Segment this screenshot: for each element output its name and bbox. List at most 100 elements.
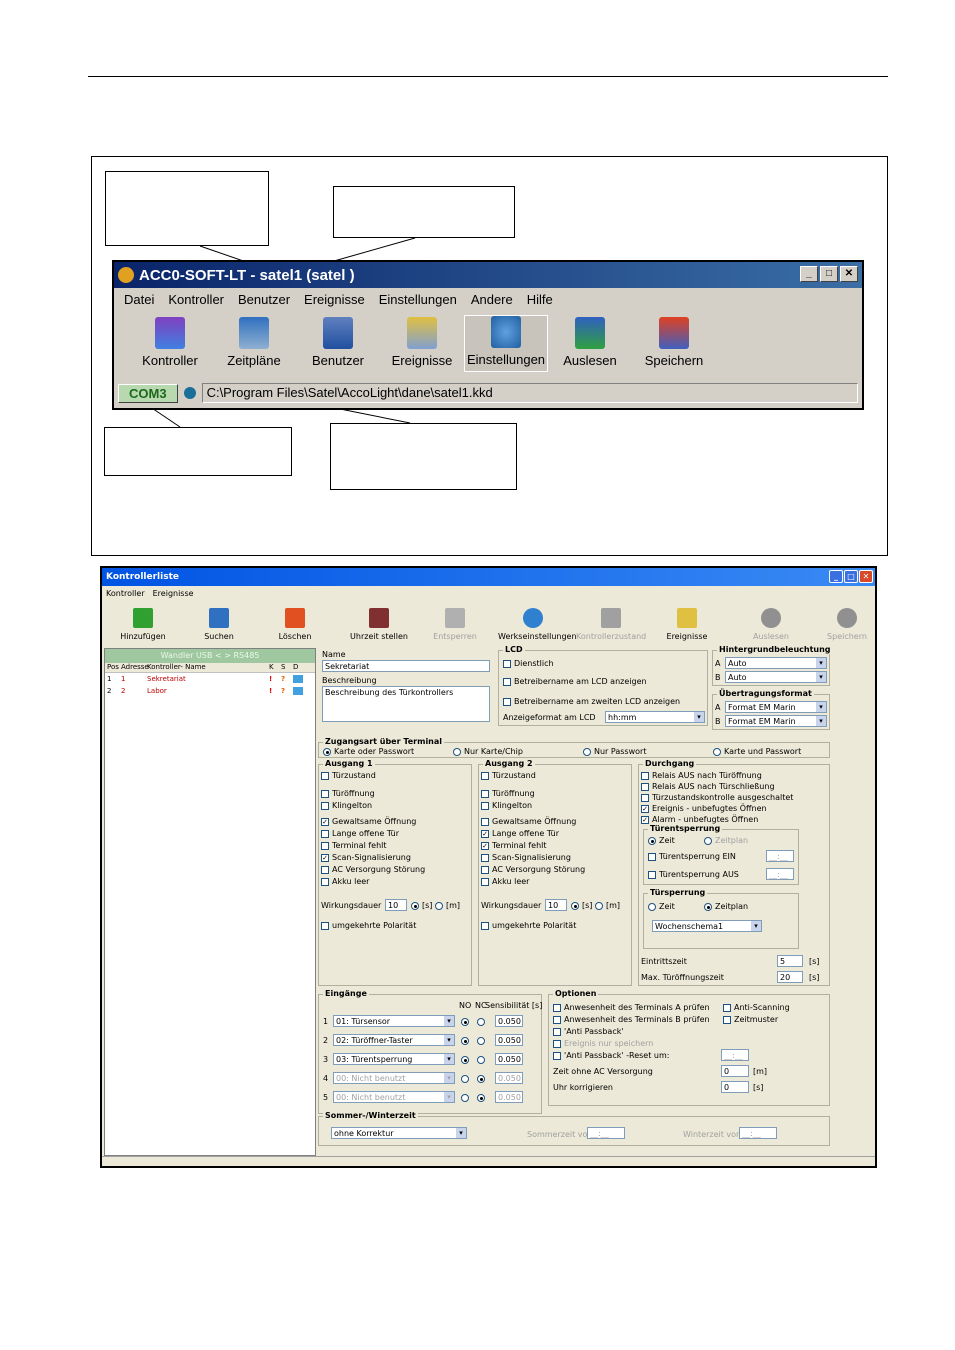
output1-item[interactable]: AC Versorgung Störung: [321, 865, 425, 874]
output1-item[interactable]: Lange offene Tür: [321, 829, 399, 838]
output1-polarity[interactable]: umgekehrte Polarität: [321, 921, 416, 930]
output1-duration[interactable]: 10: [385, 899, 407, 911]
zeitplaene-button[interactable]: Zeitpläne: [212, 317, 296, 372]
auslesen-button-2[interactable]: Auslesen: [736, 608, 806, 641]
uhrzeit-button[interactable]: Uhrzeit stellen: [344, 608, 414, 641]
desc-input[interactable]: Beschreibung des Türkontrollers: [322, 686, 490, 722]
suchen-button[interactable]: Suchen: [184, 608, 254, 641]
transfer-b-select[interactable]: Format EM Marin: [725, 715, 827, 727]
transfer-a-select[interactable]: Format EM Marin: [725, 701, 827, 713]
maximize-button[interactable]: □: [820, 266, 838, 282]
lcd-name2[interactable]: Betreibername am zweiten LCD anzeigen: [503, 697, 680, 706]
werkseinstellungen-button[interactable]: Werkseinstellungen: [498, 608, 577, 641]
input-sensitivity[interactable]: 0.050: [495, 1034, 523, 1046]
backlight-b-select[interactable]: Auto: [725, 671, 827, 683]
menu-datei[interactable]: Datei: [124, 292, 154, 307]
output2-item[interactable]: Klingelton: [481, 801, 532, 810]
passage-item[interactable]: ✓ Ereignis - unbefugtes Öffnen: [641, 804, 767, 813]
menu-kontroller[interactable]: Kontroller: [168, 292, 224, 307]
list-item[interactable]: 1 1 Sekretariat ! ?: [105, 673, 315, 685]
ereignisse-button[interactable]: Ereignisse: [380, 317, 464, 372]
output2-item[interactable]: Akku leer: [481, 877, 529, 886]
loeschen-button[interactable]: Löschen: [260, 608, 330, 641]
summer-time[interactable]: __:__: [587, 1127, 625, 1139]
ac-time[interactable]: 0: [721, 1065, 749, 1077]
output2-item[interactable]: Gewaltsame Öffnung: [481, 817, 576, 826]
output1-item[interactable]: Akku leer: [321, 877, 369, 886]
input-sensitivity[interactable]: 0.050: [495, 1072, 523, 1084]
lcd-dienstlich[interactable]: Dienstlich: [503, 659, 554, 668]
passage-item[interactable]: ✓ Alarm - unbefugtes Öffnen: [641, 815, 758, 824]
access-option-1[interactable]: Karte oder Passwort: [323, 747, 414, 756]
input-sensitivity[interactable]: 0.050: [495, 1053, 523, 1065]
lcd-name1[interactable]: Betreibername am LCD anzeigen: [503, 677, 647, 686]
auslesen-button[interactable]: Auslesen: [548, 317, 632, 372]
access-option-4[interactable]: Karte und Passwort: [713, 747, 801, 756]
output2-item[interactable]: ✓ Terminal fehlt: [481, 841, 547, 850]
hinzufuegen-button[interactable]: Hinzufügen: [108, 608, 178, 641]
input-zone-select[interactable]: 00: Nicht benutzt: [333, 1091, 455, 1103]
close-button[interactable]: ✕: [840, 266, 858, 282]
access-option-2[interactable]: Nur Karte/Chip: [453, 747, 523, 756]
ereignisse-button-2[interactable]: Ereignisse: [652, 608, 722, 641]
minimize-button[interactable]: _: [800, 266, 818, 282]
com-port-indicator[interactable]: COM3: [118, 383, 178, 403]
entsperren-button[interactable]: Entsperren: [420, 608, 490, 641]
name-input[interactable]: Sekretariat: [322, 660, 490, 672]
list-item[interactable]: 2 2 Labor ! ?: [105, 685, 315, 697]
winter-time[interactable]: __:__: [739, 1127, 777, 1139]
output2-duration[interactable]: 10: [545, 899, 567, 911]
dst-select[interactable]: ohne Korrektur: [331, 1127, 467, 1139]
entry-time[interactable]: 5: [777, 955, 803, 967]
input-zone-select[interactable]: 00: Nicht benutzt: [333, 1072, 455, 1084]
menu-benutzer[interactable]: Benutzer: [238, 292, 290, 307]
input-sensitivity[interactable]: 0.050: [495, 1091, 523, 1103]
menu-ereignisse-2[interactable]: Ereignisse: [153, 589, 194, 598]
input-sensitivity[interactable]: 0.050: [495, 1015, 523, 1027]
close-button-2[interactable]: ✕: [859, 570, 873, 583]
output1-item[interactable]: Klingelton: [321, 801, 372, 810]
max-open-time[interactable]: 20: [777, 971, 803, 983]
passage-item[interactable]: Türzustandskontrolle ausgeschaltet: [641, 793, 793, 802]
output2-item[interactable]: Scan-Signalisierung: [481, 853, 571, 862]
output2-polarity[interactable]: umgekehrte Polarität: [481, 921, 576, 930]
option-item[interactable]: Ereignis nur speichern: [553, 1039, 653, 1048]
minimize-button-2[interactable]: _: [829, 570, 843, 583]
output1-item[interactable]: ✓ Scan-Signalisierung: [321, 853, 411, 862]
unlock-off-time[interactable]: __:__: [766, 868, 794, 880]
output1-item[interactable]: Terminal fehlt: [321, 841, 387, 850]
output2-item[interactable]: AC Versorgung Störung: [481, 865, 585, 874]
output1-item[interactable]: Türzustand: [321, 771, 376, 780]
menu-einstellungen[interactable]: Einstellungen: [379, 292, 457, 307]
option-item[interactable]: 'Anti Passback': [553, 1027, 624, 1036]
menu-hilfe[interactable]: Hilfe: [527, 292, 553, 307]
output2-item[interactable]: Türzustand: [481, 771, 536, 780]
menu-andere[interactable]: Andere: [471, 292, 513, 307]
einstellungen-button[interactable]: Einstellungen: [464, 315, 548, 372]
output1-item[interactable]: ✓ Gewaltsame Öffnung: [321, 817, 416, 826]
option-item[interactable]: 'Anti Passback' -Reset um:: [553, 1051, 669, 1060]
option-item[interactable]: Anwesenheit des Terminals A prüfen: [553, 1003, 710, 1012]
input-zone-select[interactable]: 03: Türentsperrung: [333, 1053, 455, 1065]
schema-select[interactable]: Wochenschema1: [652, 920, 762, 932]
passback-reset-time[interactable]: __:__: [721, 1049, 749, 1061]
kontroller-button[interactable]: Kontroller: [128, 317, 212, 372]
maximize-button-2[interactable]: □: [844, 570, 858, 583]
clock-correction[interactable]: 0: [721, 1081, 749, 1093]
menu-ereignisse[interactable]: Ereignisse: [304, 292, 365, 307]
unlock-on-time[interactable]: __:__: [766, 850, 794, 862]
output2-item[interactable]: Türöffnung: [481, 789, 535, 798]
kontrollerzustand-button[interactable]: Kontrollerzustand: [576, 608, 646, 641]
output1-item[interactable]: Türöffnung: [321, 789, 375, 798]
option-item[interactable]: Anwesenheit des Terminals B prüfen: [553, 1015, 710, 1024]
lcd-format-select[interactable]: hh:mm: [605, 711, 705, 723]
access-option-3[interactable]: Nur Passwort: [583, 747, 646, 756]
input-zone-select[interactable]: 01: Türsensor: [333, 1015, 455, 1027]
speichern-button-2[interactable]: Speichern: [812, 608, 882, 641]
speichern-button[interactable]: Speichern: [632, 317, 716, 372]
input-zone-select[interactable]: 02: Türöffner-Taster: [333, 1034, 455, 1046]
passage-item[interactable]: Relais AUS nach Türschließung: [641, 782, 775, 791]
backlight-a-select[interactable]: Auto: [725, 657, 827, 669]
menu-kontroller-2[interactable]: Kontroller: [106, 589, 145, 598]
benutzer-button[interactable]: Benutzer: [296, 317, 380, 372]
